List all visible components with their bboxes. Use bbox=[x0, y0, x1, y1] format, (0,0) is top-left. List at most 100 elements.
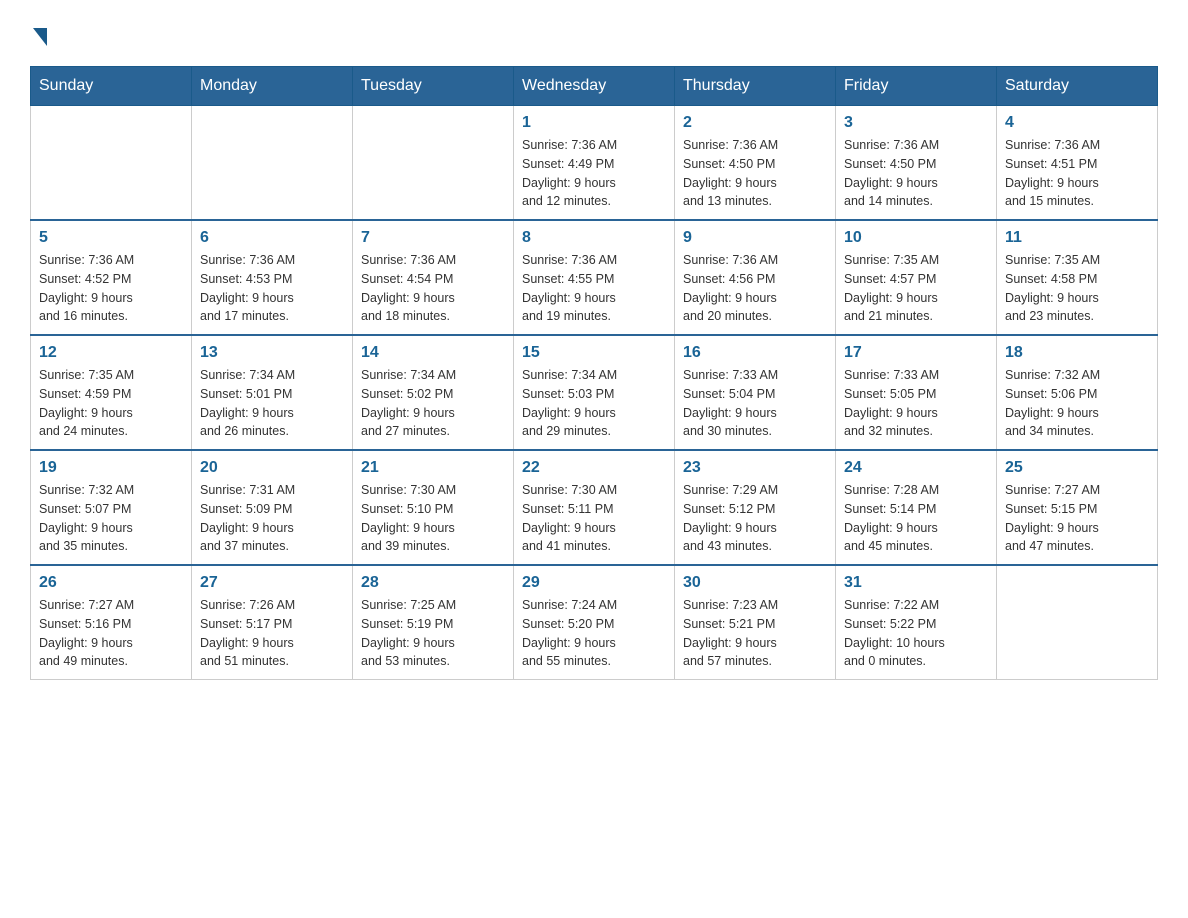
calendar-day-19: 19 Sunrise: 7:32 AM Sunset: 5:07 PM Dayli… bbox=[31, 450, 192, 565]
weekday-header-saturday: Saturday bbox=[997, 67, 1158, 106]
day-number: 19 bbox=[39, 459, 183, 477]
day-number: 12 bbox=[39, 344, 183, 362]
day-info: Sunrise: 7:32 AM Sunset: 5:06 PM Dayligh… bbox=[1005, 366, 1149, 441]
weekday-header-row: SundayMondayTuesdayWednesdayThursdayFrid… bbox=[31, 67, 1158, 106]
day-info: Sunrise: 7:34 AM Sunset: 5:02 PM Dayligh… bbox=[361, 366, 505, 441]
day-info: Sunrise: 7:34 AM Sunset: 5:01 PM Dayligh… bbox=[200, 366, 344, 441]
calendar-day-21: 21 Sunrise: 7:30 AM Sunset: 5:10 PM Dayli… bbox=[353, 450, 514, 565]
calendar-day-3: 3 Sunrise: 7:36 AM Sunset: 4:50 PM Daylig… bbox=[836, 106, 997, 221]
calendar-empty-cell bbox=[353, 106, 514, 221]
calendar-week-row: 19 Sunrise: 7:32 AM Sunset: 5:07 PM Dayli… bbox=[31, 450, 1158, 565]
day-info: Sunrise: 7:29 AM Sunset: 5:12 PM Dayligh… bbox=[683, 481, 827, 556]
logo bbox=[30, 20, 47, 46]
calendar-empty-cell bbox=[192, 106, 353, 221]
calendar-day-16: 16 Sunrise: 7:33 AM Sunset: 5:04 PM Dayli… bbox=[675, 335, 836, 450]
day-info: Sunrise: 7:35 AM Sunset: 4:57 PM Dayligh… bbox=[844, 251, 988, 326]
day-number: 6 bbox=[200, 229, 344, 247]
day-info: Sunrise: 7:36 AM Sunset: 4:49 PM Dayligh… bbox=[522, 136, 666, 211]
calendar-day-2: 2 Sunrise: 7:36 AM Sunset: 4:50 PM Daylig… bbox=[675, 106, 836, 221]
weekday-header-tuesday: Tuesday bbox=[353, 67, 514, 106]
day-number: 28 bbox=[361, 574, 505, 592]
calendar-empty-cell bbox=[31, 106, 192, 221]
day-number: 10 bbox=[844, 229, 988, 247]
calendar-day-27: 27 Sunrise: 7:26 AM Sunset: 5:17 PM Dayli… bbox=[192, 565, 353, 680]
calendar-empty-cell bbox=[997, 565, 1158, 680]
day-info: Sunrise: 7:28 AM Sunset: 5:14 PM Dayligh… bbox=[844, 481, 988, 556]
day-info: Sunrise: 7:26 AM Sunset: 5:17 PM Dayligh… bbox=[200, 596, 344, 671]
calendar-day-12: 12 Sunrise: 7:35 AM Sunset: 4:59 PM Dayli… bbox=[31, 335, 192, 450]
day-info: Sunrise: 7:22 AM Sunset: 5:22 PM Dayligh… bbox=[844, 596, 988, 671]
calendar-day-1: 1 Sunrise: 7:36 AM Sunset: 4:49 PM Daylig… bbox=[514, 106, 675, 221]
calendar-table: SundayMondayTuesdayWednesdayThursdayFrid… bbox=[30, 66, 1158, 680]
calendar-day-9: 9Sunrise: 7:36 AM Sunset: 4:56 PM Daylig… bbox=[675, 220, 836, 335]
day-info: Sunrise: 7:36 AM Sunset: 4:50 PM Dayligh… bbox=[844, 136, 988, 211]
day-info: Sunrise: 7:27 AM Sunset: 5:16 PM Dayligh… bbox=[39, 596, 183, 671]
calendar-day-8: 8Sunrise: 7:36 AM Sunset: 4:55 PM Daylig… bbox=[514, 220, 675, 335]
day-info: Sunrise: 7:30 AM Sunset: 5:10 PM Dayligh… bbox=[361, 481, 505, 556]
day-info: Sunrise: 7:30 AM Sunset: 5:11 PM Dayligh… bbox=[522, 481, 666, 556]
day-number: 15 bbox=[522, 344, 666, 362]
day-number: 5 bbox=[39, 229, 183, 247]
day-info: Sunrise: 7:36 AM Sunset: 4:52 PM Dayligh… bbox=[39, 251, 183, 326]
day-number: 13 bbox=[200, 344, 344, 362]
day-number: 11 bbox=[1005, 229, 1149, 247]
day-info: Sunrise: 7:36 AM Sunset: 4:51 PM Dayligh… bbox=[1005, 136, 1149, 211]
calendar-day-20: 20 Sunrise: 7:31 AM Sunset: 5:09 PM Dayli… bbox=[192, 450, 353, 565]
day-info: Sunrise: 7:25 AM Sunset: 5:19 PM Dayligh… bbox=[361, 596, 505, 671]
day-number: 17 bbox=[844, 344, 988, 362]
calendar-day-11: 11 Sunrise: 7:35 AM Sunset: 4:58 PM Dayli… bbox=[997, 220, 1158, 335]
calendar-day-18: 18 Sunrise: 7:32 AM Sunset: 5:06 PM Dayli… bbox=[997, 335, 1158, 450]
calendar-day-6: 6 Sunrise: 7:36 AM Sunset: 4:53 PM Daylig… bbox=[192, 220, 353, 335]
day-info: Sunrise: 7:31 AM Sunset: 5:09 PM Dayligh… bbox=[200, 481, 344, 556]
calendar-day-14: 14Sunrise: 7:34 AM Sunset: 5:02 PM Dayli… bbox=[353, 335, 514, 450]
weekday-header-sunday: Sunday bbox=[31, 67, 192, 106]
calendar-day-29: 29 Sunrise: 7:24 AM Sunset: 5:20 PM Dayli… bbox=[514, 565, 675, 680]
day-number: 9 bbox=[683, 229, 827, 247]
day-number: 4 bbox=[1005, 114, 1149, 132]
calendar-day-10: 10 Sunrise: 7:35 AM Sunset: 4:57 PM Dayli… bbox=[836, 220, 997, 335]
calendar-day-30: 30 Sunrise: 7:23 AM Sunset: 5:21 PM Dayli… bbox=[675, 565, 836, 680]
calendar-day-15: 15 Sunrise: 7:34 AM Sunset: 5:03 PM Dayli… bbox=[514, 335, 675, 450]
day-number: 21 bbox=[361, 459, 505, 477]
day-number: 18 bbox=[1005, 344, 1149, 362]
day-info: Sunrise: 7:36 AM Sunset: 4:50 PM Dayligh… bbox=[683, 136, 827, 211]
calendar-week-row: 26 Sunrise: 7:27 AM Sunset: 5:16 PM Dayli… bbox=[31, 565, 1158, 680]
weekday-header-wednesday: Wednesday bbox=[514, 67, 675, 106]
day-info: Sunrise: 7:27 AM Sunset: 5:15 PM Dayligh… bbox=[1005, 481, 1149, 556]
day-number: 30 bbox=[683, 574, 827, 592]
weekday-header-thursday: Thursday bbox=[675, 67, 836, 106]
day-info: Sunrise: 7:34 AM Sunset: 5:03 PM Dayligh… bbox=[522, 366, 666, 441]
calendar-day-13: 13 Sunrise: 7:34 AM Sunset: 5:01 PM Dayli… bbox=[192, 335, 353, 450]
day-info: Sunrise: 7:33 AM Sunset: 5:04 PM Dayligh… bbox=[683, 366, 827, 441]
day-info: Sunrise: 7:36 AM Sunset: 4:53 PM Dayligh… bbox=[200, 251, 344, 326]
calendar-week-row: 1 Sunrise: 7:36 AM Sunset: 4:49 PM Daylig… bbox=[31, 106, 1158, 221]
day-number: 27 bbox=[200, 574, 344, 592]
day-number: 22 bbox=[522, 459, 666, 477]
day-info: Sunrise: 7:36 AM Sunset: 4:54 PM Dayligh… bbox=[361, 251, 505, 326]
day-number: 26 bbox=[39, 574, 183, 592]
weekday-header-friday: Friday bbox=[836, 67, 997, 106]
day-number: 3 bbox=[844, 114, 988, 132]
day-number: 1 bbox=[522, 114, 666, 132]
day-number: 24 bbox=[844, 459, 988, 477]
day-number: 20 bbox=[200, 459, 344, 477]
calendar-day-17: 17Sunrise: 7:33 AM Sunset: 5:05 PM Dayli… bbox=[836, 335, 997, 450]
day-info: Sunrise: 7:32 AM Sunset: 5:07 PM Dayligh… bbox=[39, 481, 183, 556]
day-number: 7 bbox=[361, 229, 505, 247]
day-info: Sunrise: 7:24 AM Sunset: 5:20 PM Dayligh… bbox=[522, 596, 666, 671]
day-number: 23 bbox=[683, 459, 827, 477]
day-info: Sunrise: 7:23 AM Sunset: 5:21 PM Dayligh… bbox=[683, 596, 827, 671]
calendar-day-7: 7 Sunrise: 7:36 AM Sunset: 4:54 PM Daylig… bbox=[353, 220, 514, 335]
calendar-week-row: 12 Sunrise: 7:35 AM Sunset: 4:59 PM Dayli… bbox=[31, 335, 1158, 450]
day-info: Sunrise: 7:36 AM Sunset: 4:55 PM Dayligh… bbox=[522, 251, 666, 326]
calendar-week-row: 5 Sunrise: 7:36 AM Sunset: 4:52 PM Daylig… bbox=[31, 220, 1158, 335]
calendar-day-23: 23 Sunrise: 7:29 AM Sunset: 5:12 PM Dayli… bbox=[675, 450, 836, 565]
calendar-day-26: 26 Sunrise: 7:27 AM Sunset: 5:16 PM Dayli… bbox=[31, 565, 192, 680]
day-info: Sunrise: 7:35 AM Sunset: 4:58 PM Dayligh… bbox=[1005, 251, 1149, 326]
weekday-header-monday: Monday bbox=[192, 67, 353, 106]
day-number: 2 bbox=[683, 114, 827, 132]
calendar-day-4: 4 Sunrise: 7:36 AM Sunset: 4:51 PM Daylig… bbox=[997, 106, 1158, 221]
day-number: 29 bbox=[522, 574, 666, 592]
day-info: Sunrise: 7:35 AM Sunset: 4:59 PM Dayligh… bbox=[39, 366, 183, 441]
day-number: 16 bbox=[683, 344, 827, 362]
